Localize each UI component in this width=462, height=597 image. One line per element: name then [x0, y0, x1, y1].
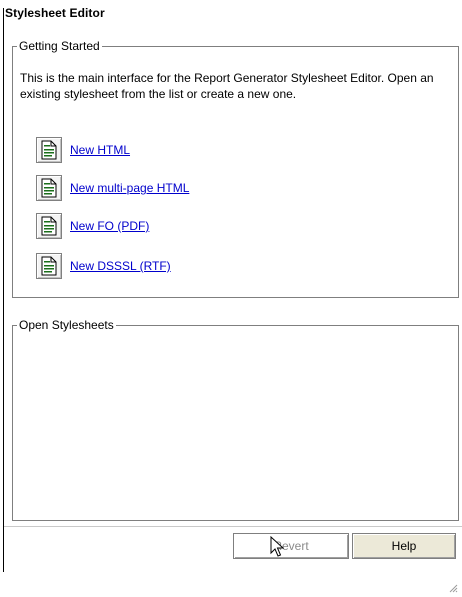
open-stylesheets-legend: Open Stylesheets	[19, 318, 114, 332]
bottom-separator	[4, 526, 462, 527]
stylesheet-editor-panel: Stylesheet Editor Getting Started This i…	[0, 0, 462, 597]
new-fo-pdf-action[interactable]: New FO (PDF)	[36, 212, 149, 240]
dsssl-document-icon[interactable]	[36, 253, 62, 279]
mouse-pointer-icon	[270, 536, 284, 557]
resize-grip-icon[interactable]	[448, 583, 458, 593]
open-stylesheets-group: Open Stylesheets	[12, 319, 459, 521]
new-multi-page-html-link[interactable]: New multi-page HTML	[70, 181, 189, 195]
help-button[interactable]: Help	[352, 533, 456, 559]
left-border	[3, 8, 4, 572]
getting-started-legend: Getting Started	[19, 39, 100, 53]
new-fo-pdf-link[interactable]: New FO (PDF)	[70, 219, 149, 233]
new-dsssl-rtf-action[interactable]: New DSSSL (RTF)	[36, 252, 171, 280]
page-title: Stylesheet Editor	[5, 6, 105, 20]
intro-text: This is the main interface for the Repor…	[20, 71, 434, 101]
html-document-icon[interactable]	[36, 137, 62, 163]
new-html-link[interactable]: New HTML	[70, 143, 130, 157]
help-button-label: Help	[391, 539, 417, 553]
html-document-icon[interactable]	[36, 175, 62, 201]
open-stylesheets-list[interactable]	[13, 332, 458, 502]
fo-document-icon[interactable]	[36, 213, 62, 239]
revert-button[interactable]: Revert	[233, 533, 349, 559]
new-html-action[interactable]: New HTML	[36, 136, 130, 164]
new-dsssl-rtf-link[interactable]: New DSSSL (RTF)	[70, 259, 171, 273]
new-multi-page-html-action[interactable]: New multi-page HTML	[36, 174, 189, 202]
